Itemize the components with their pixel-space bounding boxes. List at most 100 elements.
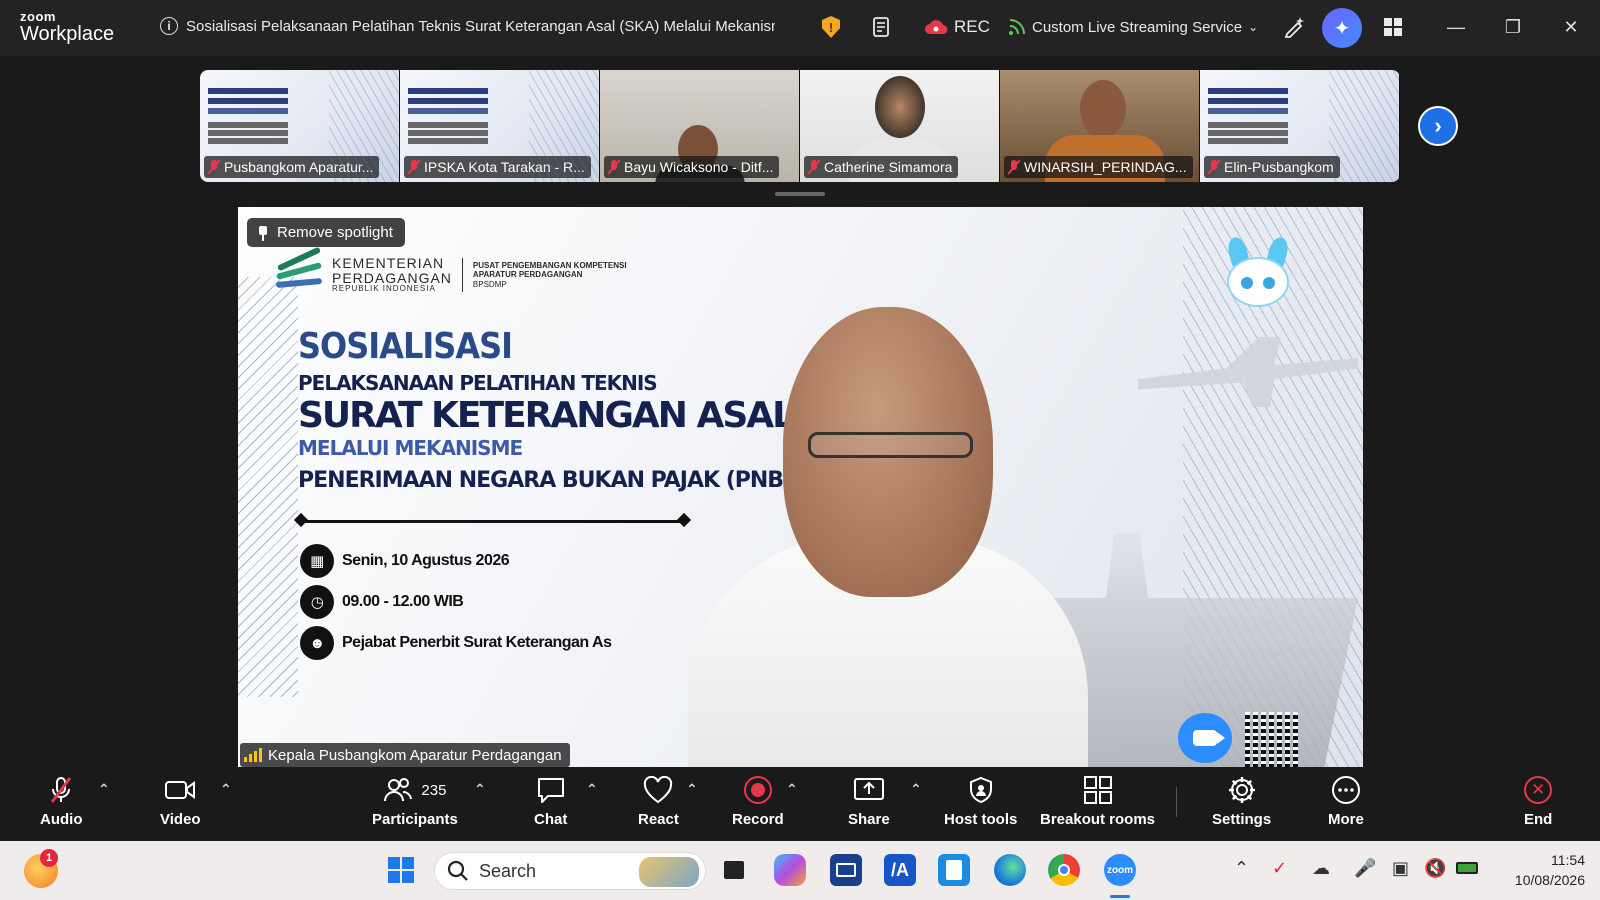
- restore-button[interactable]: ❐: [1498, 12, 1528, 42]
- zoom-app[interactable]: zoom: [1104, 854, 1136, 886]
- microphone-tray[interactable]: 🎤: [1354, 858, 1376, 879]
- minimize-icon: —: [1447, 16, 1465, 37]
- audio-button[interactable]: Audio: [40, 775, 83, 828]
- cloud-recording-indicator[interactable]: REC: [924, 14, 990, 40]
- logo-line1: zoom: [20, 9, 56, 24]
- shield-icon: !: [822, 16, 840, 38]
- speaker-name: Kepala Pusbangkom Aparatur Perdagangan: [268, 746, 562, 764]
- breakout-rooms-icon: [1083, 776, 1112, 804]
- zoom-workplace-logo: zoom Workplace: [20, 10, 130, 44]
- record-label: Record: [732, 811, 784, 828]
- more-label: More: [1328, 811, 1364, 828]
- tray-app[interactable]: ✓: [1272, 858, 1287, 879]
- taskbar-app[interactable]: /A: [884, 854, 916, 886]
- security-shield-button[interactable]: !: [822, 14, 840, 40]
- participant-name: IPSKA Kota Tarakan - R...: [424, 159, 585, 175]
- start-button[interactable]: [385, 854, 417, 886]
- minimize-button[interactable]: —: [1441, 12, 1471, 42]
- edge-browser[interactable]: [994, 854, 1026, 886]
- onedrive-tray[interactable]: ☁: [1312, 858, 1330, 879]
- end-label: End: [1524, 811, 1553, 828]
- mascot-graphic: [1223, 235, 1293, 317]
- meeting-info[interactable]: i Sosialisasi Pelaksanaan Pelatihan Tekn…: [160, 14, 775, 38]
- audio-options-caret[interactable]: ⌃: [98, 781, 110, 798]
- participant-tile[interactable]: Pusbangkom Aparatur...: [200, 70, 400, 182]
- participants-icon: [384, 778, 413, 802]
- record-icon: [743, 776, 772, 804]
- org-line1: KEMENTERIAN: [332, 255, 445, 272]
- copilot-app[interactable]: [774, 854, 806, 886]
- participant-name: Bayu Wicaksono - Ditf...: [624, 159, 774, 175]
- signal-strength-icon: [244, 748, 262, 762]
- meeting-controls: Audio ⌃ Video ⌃ 235 Participants ⌃ Chat …: [0, 767, 1600, 841]
- next-page-button[interactable]: ›: [1418, 106, 1458, 146]
- share-screen-icon: [853, 778, 884, 800]
- taskbar-search[interactable]: Search: [434, 852, 706, 890]
- participant-tile[interactable]: WINARSIH_PERINDAG...: [1000, 70, 1200, 182]
- share-options-caret[interactable]: ⌃: [910, 781, 922, 798]
- host-tools-button[interactable]: Host tools: [944, 775, 1017, 828]
- participant-tile[interactable]: Bayu Wicaksono - Ditf...: [600, 70, 800, 182]
- chat-options-caret[interactable]: ⌃: [586, 781, 598, 798]
- participants-options-caret[interactable]: ⌃: [474, 781, 486, 798]
- toolbar-separator: [1176, 787, 1177, 817]
- video-label: Video: [160, 811, 201, 828]
- end-meeting-button[interactable]: ✕ End: [1524, 775, 1552, 828]
- battery-charging-icon: [1456, 862, 1478, 874]
- participant-tile[interactable]: Elin-Pusbangkom: [1200, 70, 1400, 182]
- participant-video: [1080, 80, 1126, 138]
- video-camera-icon: [165, 781, 196, 799]
- volume-tray[interactable]: 🔇: [1424, 858, 1446, 879]
- mic-muted-icon: [408, 159, 420, 175]
- react-button[interactable]: React: [638, 775, 679, 828]
- participant-tile[interactable]: IPSKA Kota Tarakan - R...: [400, 70, 600, 182]
- taskbar-app[interactable]: [830, 854, 862, 886]
- org-line2: PERDAGANGAN: [332, 269, 452, 286]
- video-button[interactable]: Video: [160, 775, 201, 828]
- slide-date-row: ▦ Senin, 10 Agustus 2026: [300, 544, 510, 578]
- close-button[interactable]: ✕: [1556, 12, 1586, 42]
- settings-button[interactable]: Settings: [1212, 775, 1271, 828]
- live-streaming-dropdown[interactable]: Custom Live Streaming Service ⌄: [1008, 14, 1258, 40]
- ai-companion-button[interactable]: ✦: [1322, 8, 1362, 48]
- search-placeholder: Search: [479, 860, 537, 881]
- mic-muted-icon: [51, 777, 72, 803]
- live-stream-label: Custom Live Streaming Service: [1032, 18, 1243, 36]
- taskbar-app[interactable]: [938, 854, 970, 886]
- more-button[interactable]: More: [1328, 775, 1364, 828]
- react-options-caret[interactable]: ⌃: [686, 781, 698, 798]
- slide-time-row: ◷ 09.00 - 12.00 WIB: [300, 585, 464, 619]
- chrome-browser[interactable]: [1048, 854, 1080, 886]
- logo-line2: Workplace: [20, 23, 115, 45]
- transcript-button[interactable]: [870, 14, 894, 40]
- more-dots-icon: [1331, 776, 1360, 804]
- info-icon[interactable]: i: [160, 17, 178, 35]
- battery-tray[interactable]: [1456, 858, 1478, 879]
- show-hidden-icons[interactable]: ⌃: [1234, 858, 1249, 879]
- remove-spotlight-button[interactable]: Remove spotlight: [247, 218, 405, 247]
- participant-name-tag: Pusbangkom Aparatur...: [204, 156, 380, 178]
- task-view-button[interactable]: [718, 854, 750, 886]
- apps-button[interactable]: [1382, 14, 1404, 40]
- video-options-caret[interactable]: ⌃: [220, 781, 232, 798]
- record-options-caret[interactable]: ⌃: [786, 781, 798, 798]
- network-tray[interactable]: ▣: [1392, 858, 1409, 879]
- search-icon: [447, 860, 468, 881]
- participant-name: Pusbangkom Aparatur...: [224, 159, 374, 175]
- annotate-button[interactable]: [1282, 14, 1306, 40]
- strip-resize-handle[interactable]: [775, 192, 825, 196]
- mic-muted-icon: [1208, 159, 1220, 175]
- chat-button[interactable]: Chat: [534, 775, 567, 828]
- live-stream-icon: [1009, 19, 1025, 35]
- participant-tile[interactable]: Catherine Simamora: [800, 70, 1000, 182]
- breakout-rooms-button[interactable]: Breakout rooms: [1040, 775, 1155, 828]
- participant-name: Elin-Pusbangkom: [1224, 159, 1334, 175]
- people-icon: ☻: [300, 626, 334, 660]
- share-button[interactable]: Share: [848, 775, 890, 828]
- clock-time: 11:54: [1551, 852, 1585, 868]
- slide-time: 09.00 - 12.00 WIB: [342, 593, 464, 610]
- participants-button[interactable]: 235 Participants: [372, 775, 458, 828]
- taskbar-clock[interactable]: 11:54 10/08/2026: [1495, 850, 1585, 890]
- qr-code: [1245, 712, 1301, 767]
- record-button[interactable]: Record: [732, 775, 784, 828]
